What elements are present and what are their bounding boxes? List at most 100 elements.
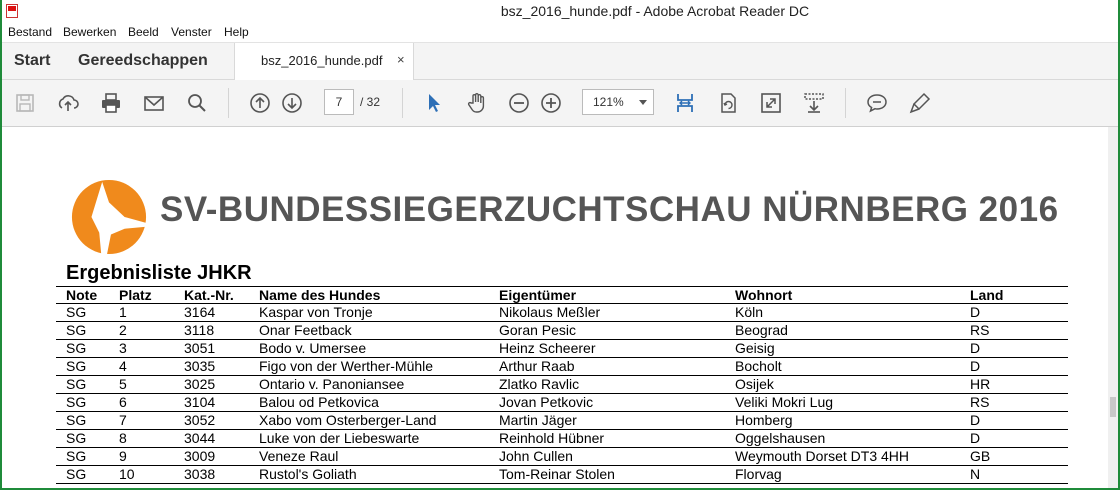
table-cell: Osijek: [725, 375, 960, 394]
table-cell: 4: [109, 357, 174, 376]
menu-bewerken[interactable]: Bewerken: [63, 25, 116, 39]
table-cell: 10: [109, 465, 174, 484]
column-header: Note: [56, 286, 109, 304]
menu-bestand[interactable]: Bestand: [8, 25, 52, 39]
close-tab-icon[interactable]: ×: [397, 52, 405, 67]
tab-document[interactable]: bsz_2016_hunde.pdf ×: [234, 43, 414, 80]
table-cell: Veneze Raul: [249, 447, 489, 466]
table-cell: 7: [109, 411, 174, 430]
window-title: bsz_2016_hunde.pdf - Adobe Acrobat Reade…: [500, 3, 810, 19]
table-cell: SG: [56, 321, 109, 340]
table-row: SG 10 3038 Rustol's Goliath Tom-Reinar Stole…: [56, 465, 1068, 484]
menu-beeld[interactable]: Beeld: [128, 25, 159, 39]
table-cell: SG: [56, 339, 109, 358]
table-cell: Jovan Petkovic: [489, 393, 725, 412]
table-cell: Beograd: [725, 321, 960, 340]
tab-start[interactable]: Start: [14, 43, 50, 79]
acrobat-window: bsz_2016_hunde.pdf - Adobe Acrobat Reade…: [2, 0, 1118, 488]
table-row: SG 6 3104 Balou od Petkovica Jovan Petkovic V…: [56, 393, 1068, 412]
toolbar-separator: [402, 88, 403, 118]
menu-venster[interactable]: Venster: [171, 25, 212, 39]
title-bar: bsz_2016_hunde.pdf - Adobe Acrobat Reade…: [2, 0, 1118, 22]
table-cell: Figo von der Werther-Mühle: [249, 357, 489, 376]
table-cell: D: [960, 339, 1068, 358]
table-cell: HR: [960, 375, 1068, 394]
fit-width-icon[interactable]: [672, 90, 698, 116]
table-cell: SG: [56, 303, 109, 322]
table-cell: John Cullen: [489, 447, 725, 466]
toolbar: 7 / 32 121%: [2, 80, 1118, 127]
mail-icon[interactable]: [141, 90, 167, 116]
table-cell: Luke von der Liebeswarte: [249, 429, 489, 448]
table-header-row: Note Platz Kat.-Nr. Name des Hundes Eige…: [56, 286, 1068, 304]
scroll-mode-icon[interactable]: [801, 90, 827, 116]
document-subtitle: Ergebnisliste JHKR: [66, 262, 252, 284]
table-cell: 5: [109, 375, 174, 394]
column-header: Wohnort: [725, 286, 960, 304]
dog-head-logo: [71, 179, 147, 255]
menu-help[interactable]: Help: [224, 25, 249, 39]
zoom-out-icon[interactable]: [506, 90, 532, 116]
highlight-pen-icon[interactable]: [907, 90, 933, 116]
table-cell: 3009: [174, 447, 249, 466]
table-cell: SG: [56, 447, 109, 466]
page-number-input[interactable]: 7: [324, 89, 354, 115]
results-table: Note Platz Kat.-Nr. Name des Hundes Eige…: [56, 286, 1068, 484]
table-cell: Zlatko Ravlic: [489, 375, 725, 394]
hand-icon[interactable]: [464, 90, 490, 116]
scrollbar-thumb[interactable]: [1110, 397, 1116, 417]
select-cursor-icon[interactable]: [421, 90, 447, 116]
table-row: SG 4 3035 Figo von der Werther-Mühle Arthur …: [56, 357, 1068, 376]
table-cell: N: [960, 465, 1068, 484]
search-icon[interactable]: [184, 90, 210, 116]
table-cell: Geisig: [725, 339, 960, 358]
rotate-page-icon[interactable]: [715, 90, 741, 116]
table-cell: Goran Pesic: [489, 321, 725, 340]
table-cell: Xabo vom Osterberger-Land: [249, 411, 489, 430]
table-cell: 3035: [174, 357, 249, 376]
table-cell: Bocholt: [725, 357, 960, 376]
menu-bar: Bestand Bewerken Beeld Venster Help: [2, 22, 1118, 43]
fullscreen-icon[interactable]: [758, 90, 784, 116]
tab-bar: Start Gereedschappen bsz_2016_hunde.pdf …: [2, 43, 1118, 80]
table-row: SG 1 3164 Kaspar von Tronje Nikolaus Meßler K…: [56, 303, 1068, 322]
table-cell: 3118: [174, 321, 249, 340]
table-cell: Oggelshausen: [725, 429, 960, 448]
page-down-icon[interactable]: [279, 90, 305, 116]
table-cell: RS: [960, 393, 1068, 412]
page-total: / 32: [360, 95, 381, 109]
comment-icon[interactable]: [864, 90, 890, 116]
zoom-in-icon[interactable]: [538, 90, 564, 116]
print-icon[interactable]: [98, 90, 124, 116]
table-cell: Martin Jäger: [489, 411, 725, 430]
table-cell: Tom-Reinar Stolen: [489, 465, 725, 484]
table-cell: 3038: [174, 465, 249, 484]
table-cell: Bodo v. Umersee: [249, 339, 489, 358]
table-cell: Veliki Mokri Lug: [725, 393, 960, 412]
column-header: Name des Hundes: [249, 286, 489, 304]
zoom-select[interactable]: 121%: [582, 89, 654, 115]
table-cell: 6: [109, 393, 174, 412]
table-cell: Onar Feetback: [249, 321, 489, 340]
table-cell: 3025: [174, 375, 249, 394]
chevron-down-icon: [639, 100, 647, 105]
tab-tools[interactable]: Gereedschappen: [78, 43, 208, 79]
save-icon[interactable]: [12, 90, 38, 116]
table-cell: RS: [960, 321, 1068, 340]
table-row: SG 2 3118 Onar Feetback Goran Pesic Beograd RS: [56, 321, 1068, 340]
table-cell: Homberg: [725, 411, 960, 430]
column-header: Platz: [109, 286, 174, 304]
table-cell: 3052: [174, 411, 249, 430]
upload-icon[interactable]: [55, 90, 81, 116]
vertical-scrollbar[interactable]: [1108, 127, 1118, 488]
table-cell: D: [960, 429, 1068, 448]
toolbar-separator: [228, 88, 229, 118]
table-cell: SG: [56, 393, 109, 412]
table-row: SG 3 3051 Bodo v. Umersee Heinz Scheerer Geis…: [56, 339, 1068, 358]
document-tab-label: bsz_2016_hunde.pdf: [261, 53, 383, 68]
page-up-icon[interactable]: [247, 90, 273, 116]
table-cell: 3044: [174, 429, 249, 448]
toolbar-separator: [845, 88, 846, 118]
table-cell: Ontario v. Panoniansee: [249, 375, 489, 394]
table-cell: 8: [109, 429, 174, 448]
